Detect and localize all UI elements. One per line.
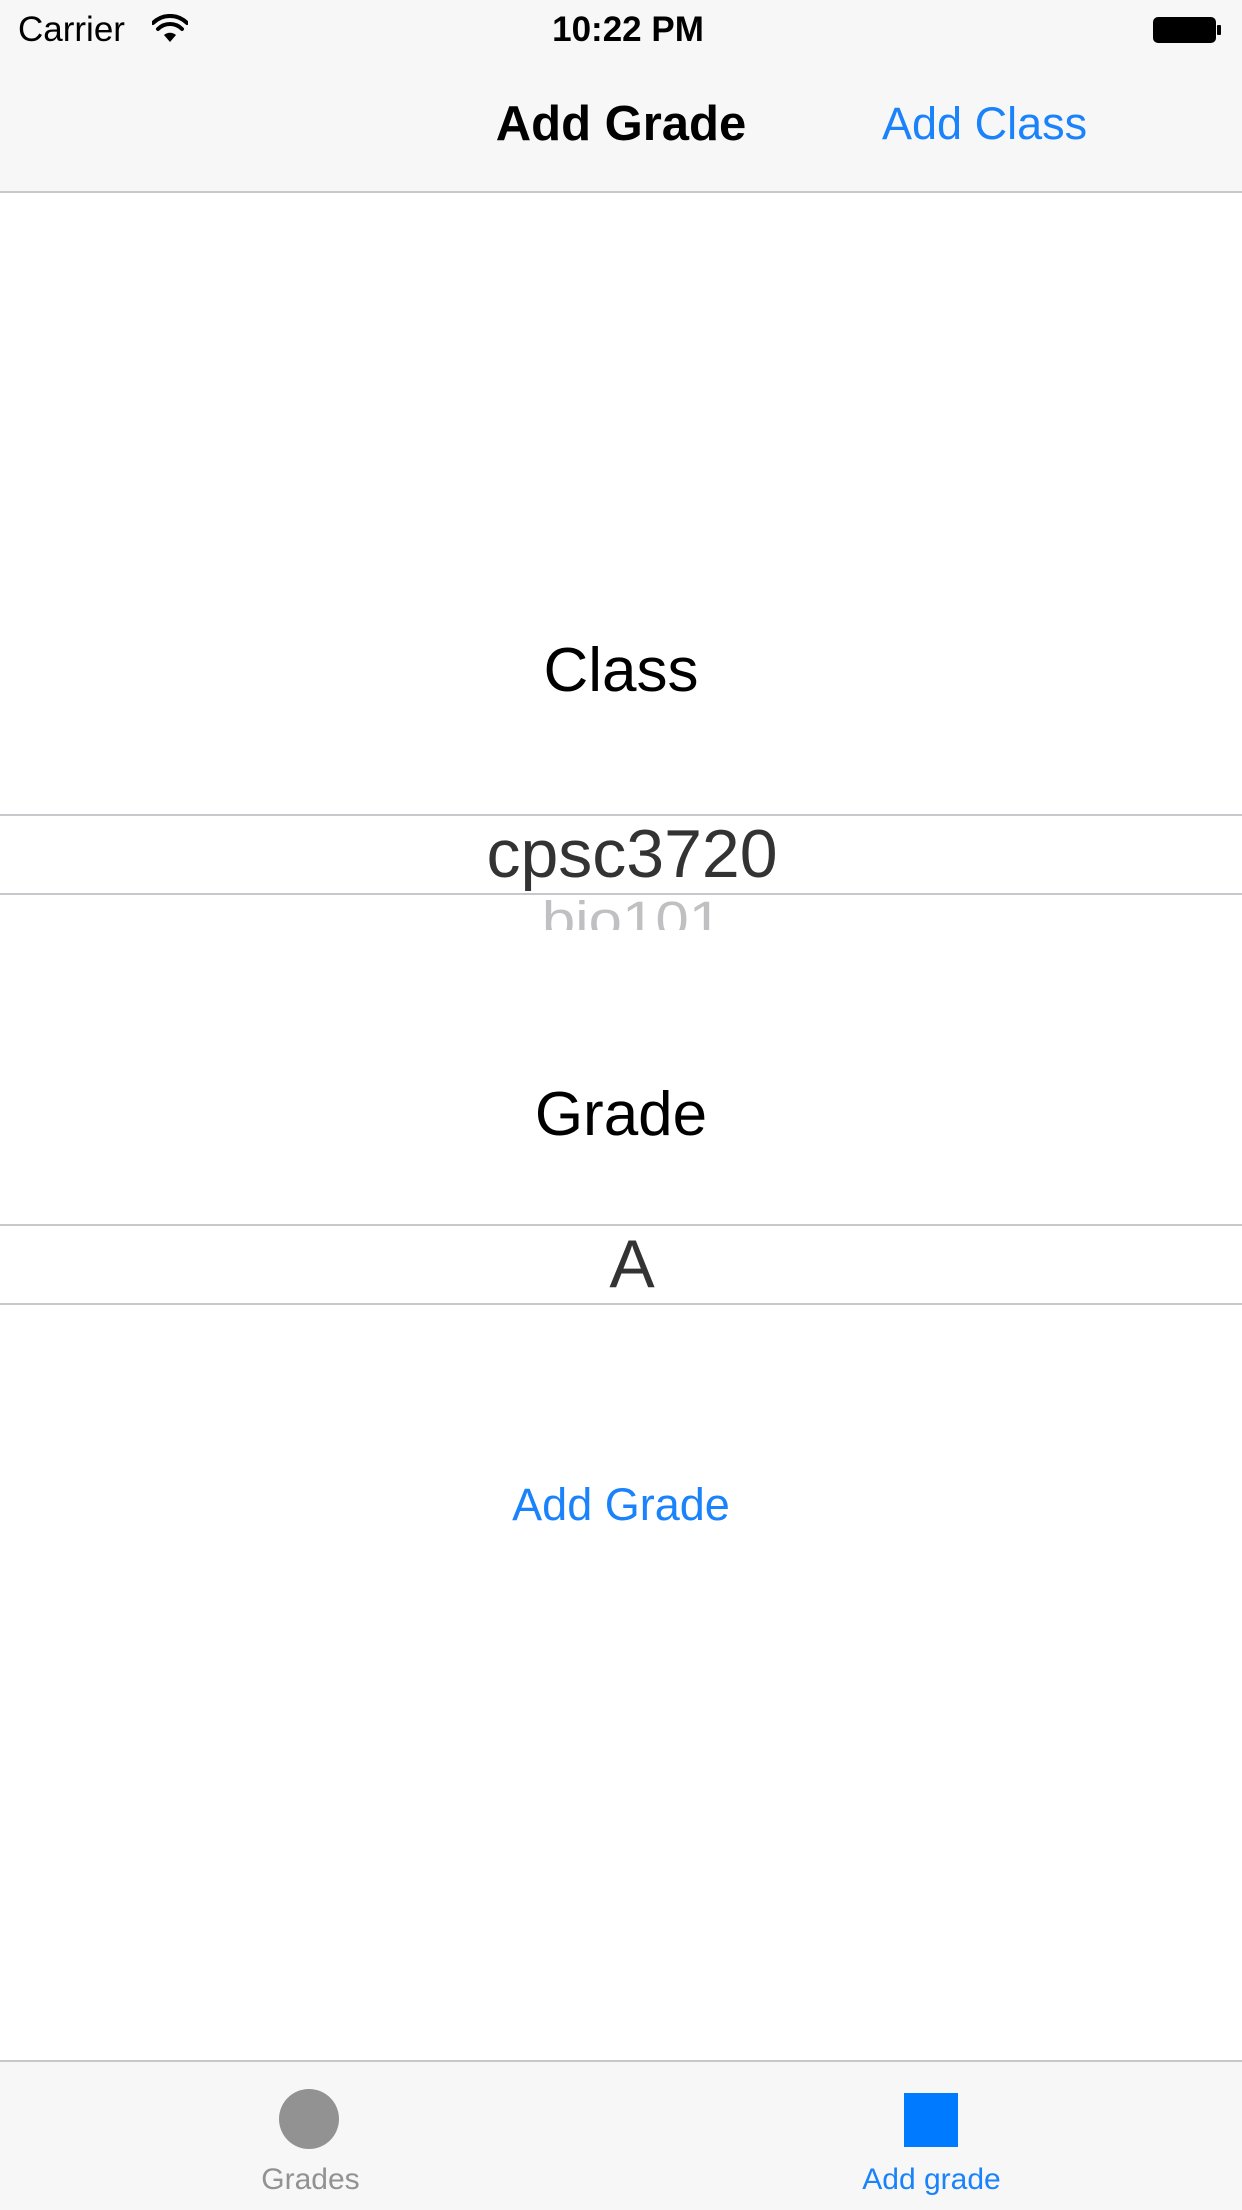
grade-picker[interactable]: A: [0, 1186, 1242, 1356]
grade-label: Grade: [534, 1080, 708, 1149]
class-picker-selected-option[interactable]: cpsc3720: [0, 814, 1242, 894]
square-icon: [904, 2093, 958, 2147]
class-picker[interactable]: cpsc3720 bio101: [0, 780, 1242, 980]
class-picker-next-option[interactable]: bio101: [0, 890, 1242, 930]
circle-icon: [279, 2089, 339, 2149]
status-time: 10:22 PM: [552, 10, 704, 49]
tab-add-grade[interactable]: Add grade: [621, 2062, 1242, 2210]
status-bar: Carrier 10:22 PM: [0, 0, 1242, 60]
battery-icon: [1153, 17, 1221, 43]
navigation-bar: Add Grade Add Class: [0, 60, 1242, 193]
tab-grades-label: Grades: [261, 2163, 360, 2196]
add-grade-button[interactable]: Add Grade: [0, 1477, 1242, 1533]
tab-bar: Grades Add grade: [0, 2060, 1242, 2210]
grade-picker-selected-option[interactable]: A: [0, 1224, 1242, 1304]
tab-grades[interactable]: Grades: [0, 2062, 621, 2210]
class-picker-next-option-text: bio101: [541, 890, 723, 930]
class-label: Class: [543, 636, 699, 705]
tab-add-grade-label: Add grade: [862, 2163, 1001, 2196]
add-class-button[interactable]: Add Class: [882, 96, 1087, 152]
